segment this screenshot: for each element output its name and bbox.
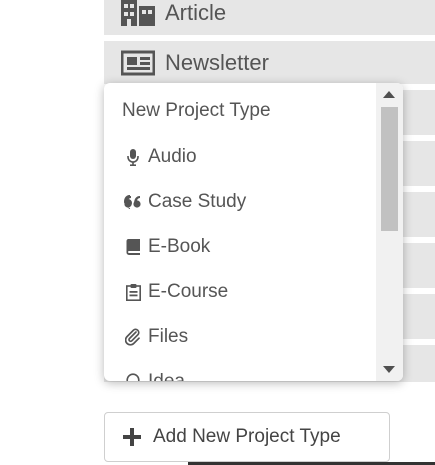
dropdown-item-label: Audio xyxy=(148,146,197,167)
clipboard-icon xyxy=(120,283,146,301)
newspaper-icon xyxy=(120,50,156,76)
list-item-label: Newsletter xyxy=(165,49,269,75)
dropdown-item-audio[interactable]: Audio xyxy=(104,137,376,177)
microphone-icon xyxy=(120,148,146,166)
list-item-label: Article xyxy=(165,0,227,25)
dropdown-scrollbar[interactable] xyxy=(376,83,403,381)
dropdown-item-label: Files xyxy=(148,326,189,347)
dropdown-item-label: E-Course xyxy=(148,281,229,302)
dropdown-item-label: Case Study xyxy=(148,191,247,212)
book-icon xyxy=(120,239,146,255)
quote-icon xyxy=(120,195,146,209)
list-item-newsletter[interactable]: Newsletter xyxy=(104,41,435,87)
paperclip-icon xyxy=(120,328,146,346)
dropdown-item-label: Idea xyxy=(148,371,185,381)
dropdown-item-e-book[interactable]: E-Book xyxy=(104,227,376,267)
dropdown-item-label: E-Book xyxy=(148,236,211,257)
dropdown-list: New Project Type Audio Case Study E-Book… xyxy=(104,83,376,381)
dropdown-item-e-course[interactable]: E-Course xyxy=(104,272,376,312)
list-item-article[interactable]: Article xyxy=(104,0,435,38)
add-button-label: Add New Project Type xyxy=(153,426,341,447)
lightbulb-icon xyxy=(120,373,146,381)
building-icon xyxy=(121,0,155,26)
add-new-project-type-button[interactable]: Add New Project Type xyxy=(104,412,390,462)
dropdown-item-case-study[interactable]: Case Study xyxy=(104,182,376,222)
scroll-down-arrow-icon[interactable] xyxy=(383,366,395,373)
scrollbar-thumb[interactable] xyxy=(381,107,398,231)
dropdown-item-files[interactable]: Files xyxy=(104,317,376,357)
dropdown-header: New Project Type xyxy=(122,100,271,121)
dropdown-item-idea[interactable]: Idea xyxy=(104,362,376,381)
scroll-up-arrow-icon[interactable] xyxy=(383,91,395,98)
plus-icon xyxy=(123,428,141,446)
new-project-type-dropdown: New Project Type Audio Case Study E-Book… xyxy=(104,83,403,381)
